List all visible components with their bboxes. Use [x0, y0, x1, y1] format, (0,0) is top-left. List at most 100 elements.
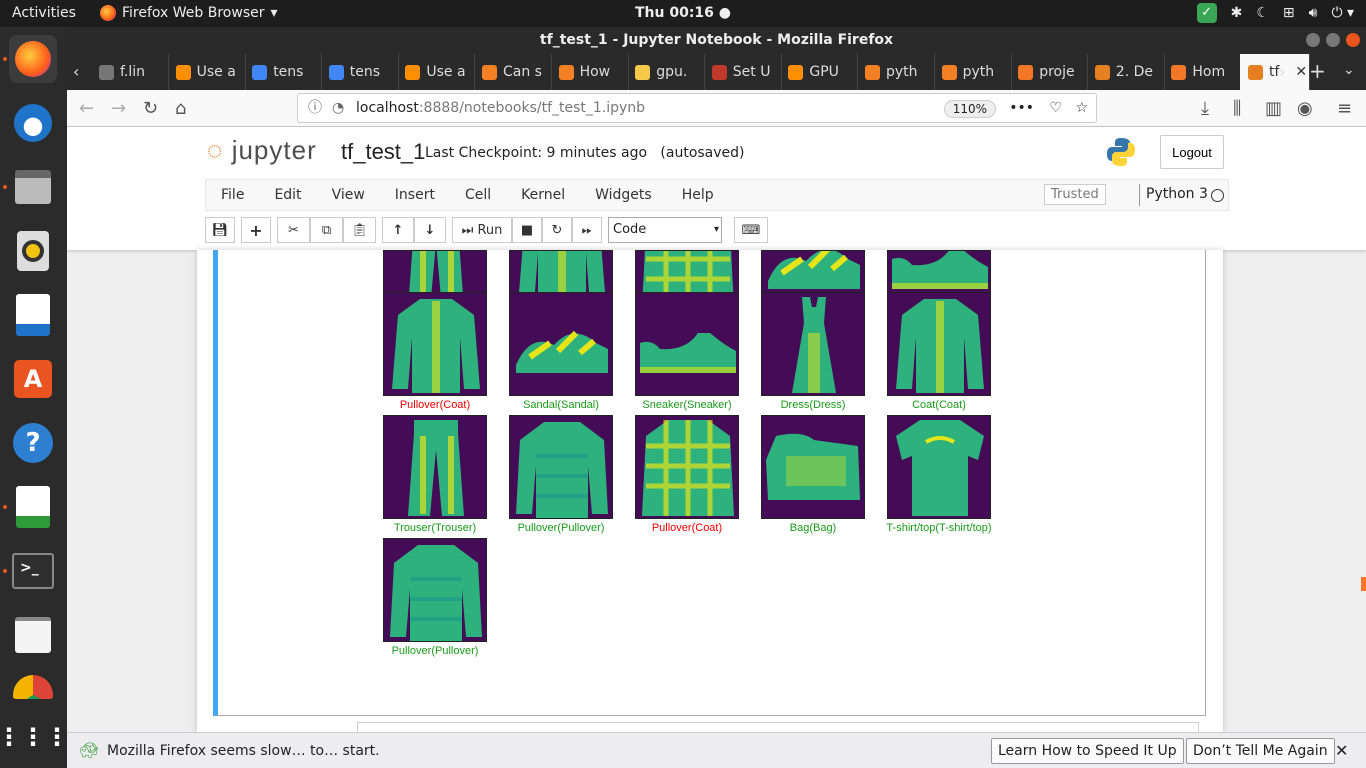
- tab-scroll-right-icon[interactable]: ›: [1279, 62, 1285, 81]
- close-tab-icon[interactable]: ✕: [1295, 64, 1307, 80]
- dock-calc-icon[interactable]: [9, 483, 57, 531]
- library-icon[interactable]: ⫼: [1233, 98, 1241, 119]
- run-button[interactable]: ⏭︎ Run: [452, 217, 512, 243]
- volume-icon[interactable]: 🔊︎: [1309, 5, 1318, 21]
- app-menu[interactable]: Firefox Web Browser ▾: [100, 5, 278, 21]
- dock-thunderbird-icon[interactable]: [9, 99, 57, 147]
- slack-icon[interactable]: ✱: [1231, 5, 1243, 21]
- activities-button[interactable]: Activities: [12, 5, 76, 21]
- interrupt-icon[interactable]: ■: [512, 217, 542, 243]
- home-icon[interactable]: ⌂: [175, 98, 186, 119]
- menu-kernel[interactable]: Kernel: [506, 187, 580, 203]
- tracking-icon[interactable]: ◔: [332, 94, 344, 122]
- new-tab-icon[interactable]: +: [1309, 59, 1326, 83]
- system-tray[interactable]: ✓ ✱ ☾ ⊞ 🔊︎ ⏻︎ ▾: [1196, 3, 1354, 23]
- tab-scroll-left-icon[interactable]: ‹: [73, 62, 79, 81]
- url-bar[interactable]: ⓘ ◔ localhost:8888/notebooks/tf_test_1.i…: [297, 93, 1097, 123]
- show-applications-icon[interactable]: ⋮⋮⋮: [0, 713, 69, 761]
- browser-tab[interactable]: pyth: [857, 54, 935, 90]
- browser-tab[interactable]: Use a: [168, 54, 246, 90]
- menu-widgets[interactable]: Widgets: [580, 187, 667, 203]
- reload-icon[interactable]: ↻: [143, 98, 158, 119]
- browser-tab[interactable]: tens: [244, 54, 323, 90]
- menu-cell[interactable]: Cell: [450, 187, 506, 203]
- forward-icon[interactable]: →: [111, 98, 126, 119]
- menu-view[interactable]: View: [317, 187, 380, 203]
- dont-tell-again-button[interactable]: Don’t Tell Me Again: [1186, 738, 1335, 764]
- browser-tab[interactable]: How: [551, 54, 629, 90]
- prediction-label: Trouser(Trouser): [393, 522, 477, 534]
- browser-tab[interactable]: tf ✕: [1240, 54, 1310, 90]
- cell-type-select[interactable]: Code ▾: [608, 217, 722, 243]
- kernel-name[interactable]: Python 3: [1146, 186, 1208, 202]
- move-down-icon[interactable]: ↓: [414, 217, 446, 243]
- dock-help-icon[interactable]: ?: [9, 419, 57, 467]
- download-icon[interactable]: ⤓: [1201, 98, 1209, 119]
- menu-insert[interactable]: Insert: [380, 187, 450, 203]
- dock-rhythmbox-icon[interactable]: [9, 227, 57, 275]
- browser-tab[interactable]: f.lin: [91, 54, 169, 90]
- browser-tab[interactable]: gpu.: [627, 54, 706, 90]
- update-check-icon[interactable]: ✓: [1196, 3, 1217, 23]
- logout-button[interactable]: Logout: [1160, 135, 1224, 169]
- account-icon[interactable]: ◉: [1297, 98, 1313, 119]
- tab-label: Use a: [196, 64, 236, 80]
- tab-list-icon[interactable]: ⌄: [1343, 62, 1355, 78]
- menu-file[interactable]: File: [206, 187, 259, 203]
- clock[interactable]: Thu 00:16 ●: [635, 5, 731, 21]
- trusted-indicator[interactable]: Trusted: [1044, 184, 1106, 205]
- browser-tab[interactable]: proje: [1010, 54, 1089, 90]
- code-cell-output[interactable]: Trouser(Trouser)Coat(Coat)Shirt(Shirt)Sa…: [213, 250, 1206, 716]
- app-menu-label: Firefox Web Browser: [122, 5, 265, 21]
- dock-software-icon[interactable]: A: [9, 355, 57, 403]
- dock-files-icon[interactable]: [9, 163, 57, 211]
- sidebar-icon[interactable]: ▥: [1265, 98, 1282, 119]
- browser-tab[interactable]: GPU: [780, 54, 859, 90]
- browser-tab[interactable]: tens: [321, 54, 399, 90]
- prediction-label: Coat(Coat): [912, 399, 966, 411]
- menu-edit[interactable]: Edit: [259, 187, 316, 203]
- network-icon[interactable]: ⊞: [1283, 5, 1295, 21]
- paste-icon[interactable]: 📋︎: [343, 217, 376, 243]
- insert-cell-icon[interactable]: +: [241, 217, 271, 243]
- bookmark-star-icon[interactable]: ☆: [1075, 94, 1088, 122]
- jupyter-logo[interactable]: ◌ jupyter: [207, 135, 317, 166]
- dock-writer-icon[interactable]: [9, 291, 57, 339]
- menu-icon[interactable]: ≡: [1337, 98, 1352, 119]
- copy-icon[interactable]: ⧉: [310, 217, 343, 243]
- restart-run-all-icon[interactable]: ⏩︎: [572, 217, 602, 243]
- close-notification-icon[interactable]: ✕: [1335, 741, 1348, 760]
- power-icon[interactable]: ⏻︎ ▾: [1331, 5, 1354, 21]
- cut-icon[interactable]: ✂: [277, 217, 310, 243]
- save-icon[interactable]: 💾︎: [205, 217, 235, 243]
- notebook-name[interactable]: tf_test_1: [341, 139, 425, 165]
- browser-tab[interactable]: 2. De: [1087, 54, 1165, 90]
- restart-icon[interactable]: ↻: [542, 217, 572, 243]
- browser-tab[interactable]: Set U: [704, 54, 782, 90]
- learn-speed-button[interactable]: Learn How to Speed It Up: [991, 738, 1184, 764]
- zoom-indicator[interactable]: 110%: [943, 100, 996, 118]
- dock-terminal-icon[interactable]: >_: [9, 547, 57, 595]
- keyboard-shortcuts-icon[interactable]: ⌨: [734, 217, 768, 243]
- move-up-icon[interactable]: ↑: [382, 217, 414, 243]
- prediction-figure: Sandal(Sandal): [502, 292, 620, 411]
- close-window-button[interactable]: [1346, 33, 1360, 47]
- maximize-button[interactable]: [1326, 33, 1340, 47]
- night-light-icon[interactable]: ☾: [1256, 5, 1269, 21]
- dock-chrome-icon[interactable]: [9, 675, 57, 699]
- browser-tab[interactable]: Hom: [1163, 54, 1242, 90]
- back-icon[interactable]: ←: [79, 98, 94, 119]
- info-icon[interactable]: ⓘ: [308, 94, 322, 122]
- browser-tab[interactable]: Use a: [397, 54, 476, 90]
- minimize-button[interactable]: [1306, 33, 1320, 47]
- dock-text-editor-icon[interactable]: [9, 611, 57, 659]
- browser-tab[interactable]: pyth: [934, 54, 1012, 90]
- scroll-indicator[interactable]: [1361, 577, 1366, 591]
- dock-firefox-icon[interactable]: [9, 35, 57, 83]
- pocket-icon[interactable]: ♡: [1049, 94, 1062, 122]
- browser-tab[interactable]: Can s: [474, 54, 552, 90]
- tab-bar: ‹ f.lin Use a tens tens Use a Can s How gpu. Set…: [67, 54, 1366, 90]
- window-title: tf_test_1 - Jupyter Notebook - Mozilla F…: [539, 32, 894, 48]
- menu-help[interactable]: Help: [667, 187, 729, 203]
- page-actions-icon[interactable]: •••: [1009, 94, 1034, 122]
